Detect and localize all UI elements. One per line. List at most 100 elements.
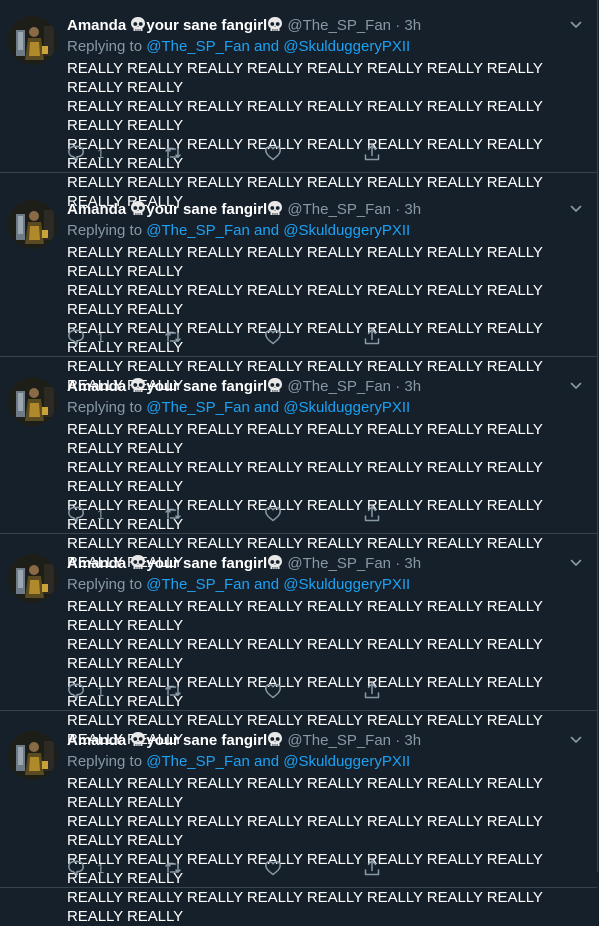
reply-icon: [68, 506, 84, 522]
chevron-down-icon[interactable]: [569, 379, 583, 393]
avatar[interactable]: [8, 200, 57, 249]
reply-count: 1: [97, 329, 105, 345]
mention-link[interactable]: @SkulduggeryPXII: [283, 753, 410, 770]
chevron-down-icon[interactable]: [569, 202, 583, 216]
reply-button[interactable]: 1: [67, 143, 104, 163]
mention-link[interactable]: @The_SP_Fan: [146, 38, 250, 55]
timestamp[interactable]: 3h: [404, 378, 421, 395]
avatar[interactable]: [8, 16, 57, 65]
display-name[interactable]: Amanda your sane fangirl: [67, 732, 283, 749]
reply-count: 1: [97, 683, 105, 699]
separator-dot: ·: [395, 378, 401, 395]
mention-link[interactable]: @SkulduggeryPXII: [283, 222, 410, 239]
share-button[interactable]: [363, 681, 381, 701]
tweet-text-line: REALLY REALLY REALLY REALLY REALLY REALL…: [67, 282, 543, 318]
tweet-header: Amanda your sane fangirl @The_SP_Fan · 3…: [67, 16, 421, 36]
timestamp[interactable]: 3h: [404, 201, 421, 218]
heart-icon: [265, 860, 281, 876]
share-button[interactable]: [363, 327, 381, 347]
user-handle[interactable]: @The_SP_Fan: [287, 378, 391, 395]
retweet-button[interactable]: [164, 858, 182, 878]
share-button[interactable]: [363, 858, 381, 878]
share-icon: [364, 860, 380, 876]
separator-dot: ·: [395, 17, 401, 34]
user-handle[interactable]: @The_SP_Fan: [287, 201, 391, 218]
tweet-header: Amanda your sane fangirl @The_SP_Fan · 3…: [67, 554, 421, 574]
share-button[interactable]: [363, 143, 381, 163]
mention-connector: and: [249, 38, 284, 55]
user-handle[interactable]: @The_SP_Fan: [287, 17, 391, 34]
tweet-text-line: REALLY REALLY REALLY REALLY REALLY REALL…: [67, 889, 543, 925]
skull-icon: [131, 555, 146, 569]
like-button[interactable]: [264, 327, 282, 347]
heart-icon: [265, 506, 281, 522]
mention-connector: and: [249, 576, 284, 593]
retweet-icon: [165, 332, 181, 342]
reply-icon: [68, 329, 84, 345]
tweet-text-line: REALLY REALLY REALLY REALLY REALLY REALL…: [67, 598, 543, 634]
tweet-text-line: REALLY REALLY REALLY REALLY REALLY REALL…: [67, 98, 543, 134]
tweet[interactable]: Amanda your sane fangirl @The_SP_Fan · 3…: [0, 711, 597, 925]
tweet-header: Amanda your sane fangirl @The_SP_Fan · 3…: [67, 731, 421, 751]
replying-to: Replying to @The_SP_Fan and @Skulduggery…: [67, 222, 411, 239]
skull-icon: [131, 201, 146, 215]
tweet[interactable]: Amanda your sane fangirl @The_SP_Fan · 3…: [0, 0, 597, 210]
mention-link[interactable]: @SkulduggeryPXII: [283, 576, 410, 593]
like-button[interactable]: [264, 681, 282, 701]
tweet[interactable]: Amanda your sane fangirl @The_SP_Fan · 3…: [0, 180, 597, 394]
heart-icon: [265, 145, 281, 161]
tweet-actions: 1: [67, 327, 397, 347]
display-name[interactable]: Amanda your sane fangirl: [67, 17, 283, 34]
display-name[interactable]: Amanda your sane fangirl: [67, 555, 283, 572]
tweet-header: Amanda your sane fangirl @The_SP_Fan · 3…: [67, 377, 421, 397]
separator-dot: ·: [395, 555, 401, 572]
tweet-text-line: REALLY REALLY REALLY REALLY REALLY REALL…: [67, 459, 543, 495]
tweet[interactable]: Amanda your sane fangirl @The_SP_Fan · 3…: [0, 357, 597, 571]
skull-icon: [268, 17, 283, 31]
tweet-text: REALLY REALLY REALLY REALLY REALLY REALL…: [67, 774, 587, 926]
retweet-button[interactable]: [164, 143, 182, 163]
avatar[interactable]: [8, 377, 57, 426]
mention-link[interactable]: @The_SP_Fan: [146, 753, 250, 770]
mention-link[interactable]: @The_SP_Fan: [146, 399, 250, 416]
user-handle[interactable]: @The_SP_Fan: [287, 732, 391, 749]
retweet-button[interactable]: [164, 327, 182, 347]
display-name[interactable]: Amanda your sane fangirl: [67, 378, 283, 395]
tweet-text-line: REALLY REALLY REALLY REALLY REALLY REALL…: [67, 60, 543, 96]
mention-link[interactable]: @SkulduggeryPXII: [283, 399, 410, 416]
timestamp[interactable]: 3h: [404, 17, 421, 34]
retweet-button[interactable]: [164, 504, 182, 524]
timestamp[interactable]: 3h: [404, 555, 421, 572]
tweet[interactable]: Amanda your sane fangirl @The_SP_Fan · 3…: [0, 534, 597, 748]
mention-link[interactable]: @The_SP_Fan: [146, 222, 250, 239]
timestamp[interactable]: 3h: [404, 732, 421, 749]
replying-to: Replying to @The_SP_Fan and @Skulduggery…: [67, 399, 411, 416]
user-handle[interactable]: @The_SP_Fan: [287, 555, 391, 572]
reply-button[interactable]: 1: [67, 858, 104, 878]
chevron-down-icon[interactable]: [569, 556, 583, 570]
replying-to: Replying to @The_SP_Fan and @Skulduggery…: [67, 753, 411, 770]
like-button[interactable]: [264, 858, 282, 878]
tweet-actions: 1: [67, 681, 397, 701]
avatar[interactable]: [8, 554, 57, 603]
reply-button[interactable]: 1: [67, 681, 104, 701]
like-button[interactable]: [264, 504, 282, 524]
mention-link[interactable]: @SkulduggeryPXII: [283, 38, 410, 55]
reply-button[interactable]: 1: [67, 504, 104, 524]
tweet-text-line: REALLY REALLY REALLY REALLY REALLY REALL…: [67, 421, 543, 457]
share-icon: [364, 329, 380, 345]
avatar-image: [8, 200, 57, 249]
mention-link[interactable]: @The_SP_Fan: [146, 576, 250, 593]
reply-count: 1: [97, 860, 105, 876]
display-name[interactable]: Amanda your sane fangirl: [67, 201, 283, 218]
retweet-button[interactable]: [164, 681, 182, 701]
chevron-down-icon[interactable]: [569, 733, 583, 747]
retweet-icon: [165, 863, 181, 873]
skull-icon: [268, 555, 283, 569]
reply-button[interactable]: 1: [67, 327, 104, 347]
avatar[interactable]: [8, 731, 57, 780]
chevron-down-icon[interactable]: [569, 18, 583, 32]
tweet-actions: 1: [67, 143, 397, 163]
share-button[interactable]: [363, 504, 381, 524]
like-button[interactable]: [264, 143, 282, 163]
